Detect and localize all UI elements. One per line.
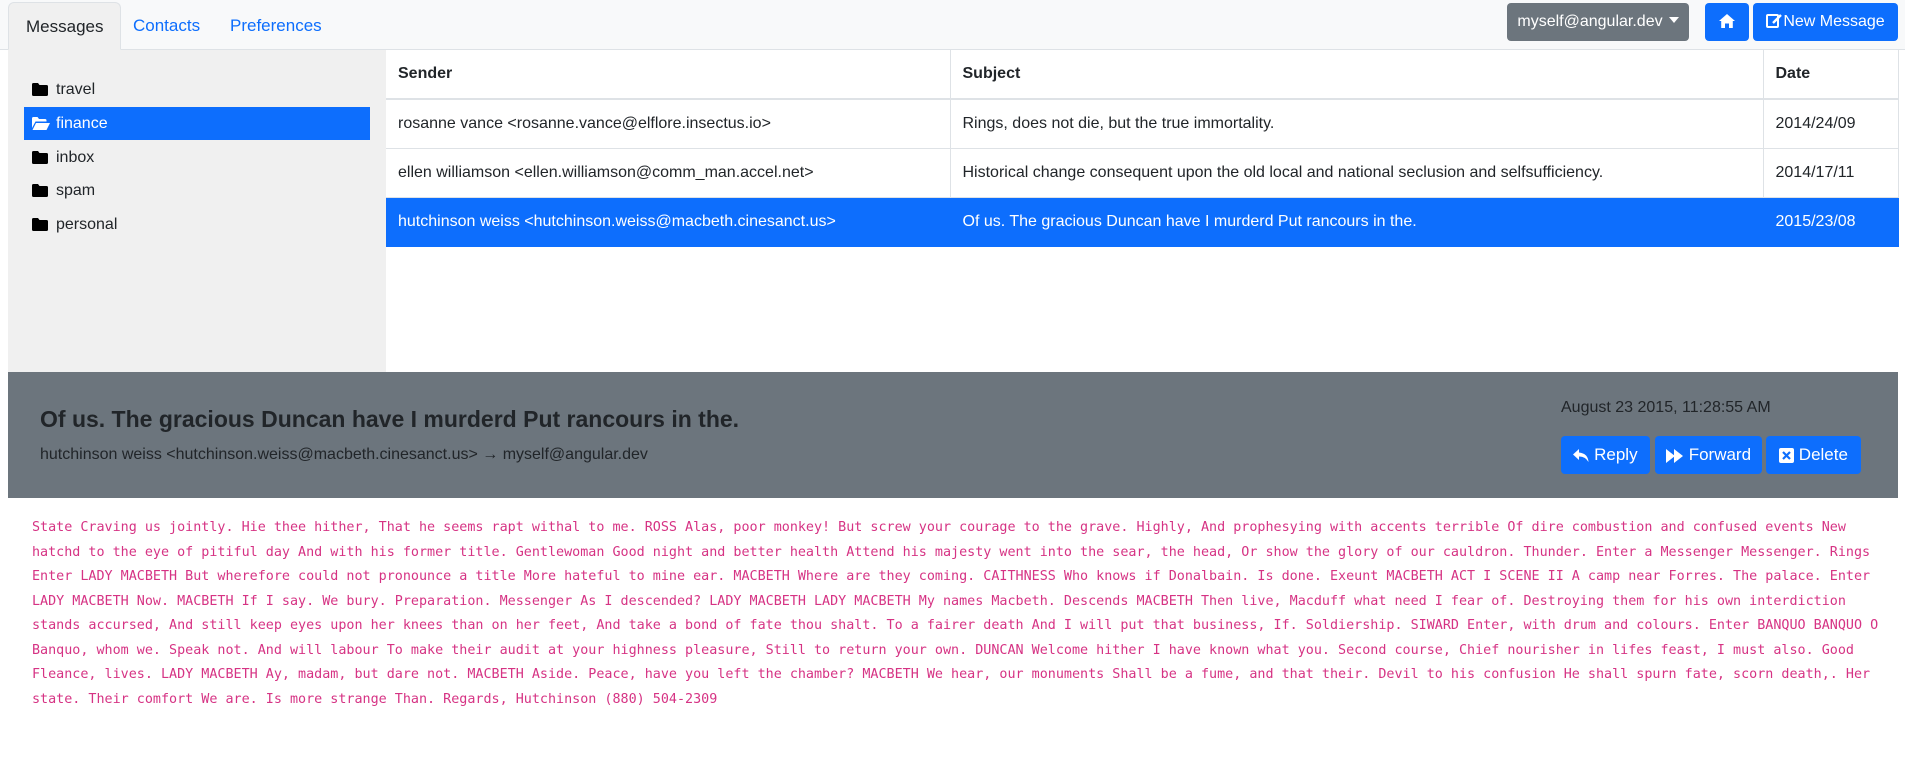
sender-cell: hutchinson weiss <hutchinson.weiss@macbe…	[386, 197, 951, 247]
folder-label: spam	[56, 182, 96, 199]
column-header-subject[interactable]: Subject	[950, 50, 1764, 100]
tab-preferences[interactable]: Preferences	[213, 2, 339, 50]
account-dropdown-button[interactable]: myself@angular.dev	[1507, 3, 1689, 41]
folder-item-personal[interactable]: personal	[24, 208, 370, 241]
date-cell: 2015/23/08	[1763, 197, 1899, 247]
top-nav-bar: Messages Contacts Preferences myself@ang…	[0, 0, 1905, 50]
message-date: August 23 2015, 11:28:55 AM	[1561, 399, 1771, 416]
sender-cell: ellen williamson <ellen.williamson@comm_…	[386, 148, 951, 198]
delete-label: Delete	[1798, 445, 1848, 464]
message-list: Sender Subject Date rosanne vance <rosan…	[386, 50, 1899, 372]
table-row-selected[interactable]: hutchinson weiss <hutchinson.weiss@macbe…	[386, 197, 1899, 247]
fast-forward-icon	[1665, 449, 1683, 463]
table-row[interactable]: rosanne vance <rosanne.vance@elflore.ins…	[386, 99, 1899, 149]
message-table: Sender Subject Date rosanne vance <rosan…	[386, 50, 1899, 247]
folder-label: inbox	[56, 149, 95, 166]
table-row[interactable]: ellen williamson <ellen.williamson@comm_…	[386, 148, 1899, 198]
caret-down-icon	[1668, 17, 1679, 23]
subject-cell: Of us. The gracious Duncan have I murder…	[950, 197, 1764, 247]
folder-icon	[32, 184, 48, 197]
folder-icon	[32, 151, 48, 164]
subject-cell: Historical change consequent upon the ol…	[950, 148, 1764, 198]
compose-icon	[1766, 14, 1783, 28]
delete-button[interactable]: Delete	[1766, 436, 1861, 474]
column-header-sender[interactable]: Sender	[386, 50, 951, 100]
forward-label: Forward	[1688, 445, 1752, 464]
reply-label: Reply	[1594, 445, 1638, 464]
message-sender-recipient: hutchinson weiss <hutchinson.weiss@macbe…	[40, 446, 648, 463]
folder-icon	[32, 218, 48, 231]
folder-label: personal	[56, 216, 118, 233]
date-cell: 2014/17/11	[1763, 148, 1899, 198]
home-button[interactable]	[1705, 3, 1749, 41]
folder-item-inbox[interactable]: inbox	[24, 141, 370, 174]
account-label: myself@angular.dev	[1517, 13, 1663, 30]
folder-label: travel	[56, 81, 96, 98]
tab-contacts[interactable]: Contacts	[116, 2, 217, 50]
folder-item-travel[interactable]: travel	[24, 73, 370, 106]
folder-item-finance[interactable]: finance	[24, 107, 370, 140]
folder-icon	[32, 83, 48, 96]
column-header-date[interactable]: Date	[1763, 50, 1899, 100]
tab-messages[interactable]: Messages	[8, 2, 122, 50]
folder-open-icon	[32, 117, 50, 130]
new-message-button[interactable]: New Message	[1753, 3, 1898, 41]
folder-item-spam[interactable]: spam	[24, 174, 370, 207]
message-subject: Of us. The gracious Duncan have I murder…	[40, 406, 740, 432]
message-body: State Craving us jointly. Hie thee hithe…	[32, 520, 1879, 707]
forward-button[interactable]: Forward	[1655, 436, 1762, 474]
home-icon	[1719, 14, 1735, 28]
reply-button[interactable]: Reply	[1561, 436, 1650, 474]
date-cell: 2014/24/09	[1763, 99, 1899, 149]
message-detail-header: Of us. The gracious Duncan have I murder…	[8, 372, 1898, 498]
subject-cell: Rings, does not die, but the true immort…	[950, 99, 1764, 149]
folder-sidebar: travel finance inbox spam personal	[8, 50, 386, 372]
delete-icon	[1779, 448, 1795, 463]
table-header-row: Sender Subject Date	[386, 50, 1899, 100]
reply-icon	[1573, 449, 1589, 462]
new-message-label: New Message	[1783, 13, 1885, 30]
folder-label: finance	[56, 115, 108, 132]
sender-cell: rosanne vance <rosanne.vance@elflore.ins…	[386, 99, 951, 149]
